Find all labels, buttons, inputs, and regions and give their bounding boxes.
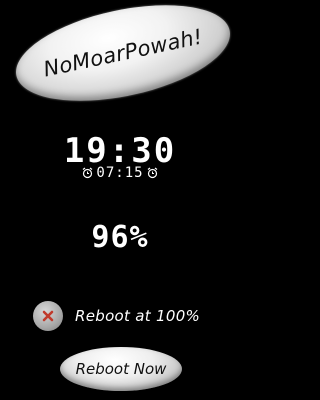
alarm-clock-icon — [82, 164, 93, 183]
reboot-at-full-option[interactable]: Reboot at 100% — [33, 301, 200, 331]
app-logo-button[interactable]: NoMoarPowah! — [7, 0, 239, 118]
app-logo-text: NoMoarPowah! — [41, 24, 205, 82]
reboot-now-label: Reboot Now — [75, 360, 167, 378]
close-x-icon — [42, 307, 54, 326]
alarm-clock-icon — [147, 164, 158, 183]
battery-percent: 96% — [91, 220, 149, 255]
alarm-row: 07:15 — [60, 164, 180, 182]
reboot-option-label: Reboot at 100% — [75, 307, 201, 325]
reboot-now-button[interactable]: Reboot Now — [60, 347, 182, 391]
alarm-time: 07:15 — [96, 165, 144, 181]
reboot-checkbox[interactable] — [33, 301, 63, 331]
